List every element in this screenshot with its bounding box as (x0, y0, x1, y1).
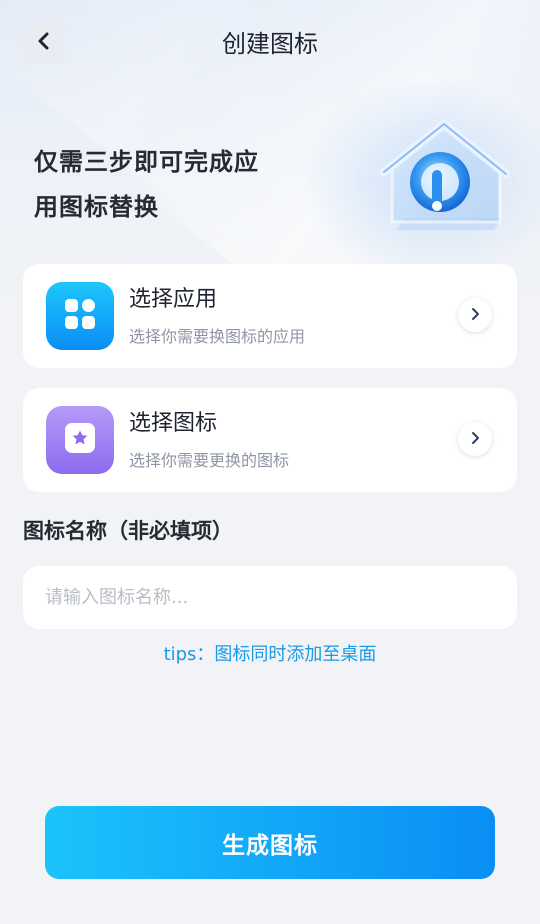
select-app-arrow-button[interactable] (458, 298, 492, 332)
select-app-title: 选择应用 (129, 287, 218, 312)
hero-headline-line2: 用图标替换 (34, 193, 159, 221)
chevron-right-icon (469, 306, 481, 325)
generate-icon-button[interactable]: 生成图标 (45, 806, 495, 879)
apps-grid-icon (64, 298, 96, 334)
chevron-right-icon (469, 430, 481, 449)
house-icon-illustration (376, 118, 516, 248)
page-title: 创建图标 (222, 30, 318, 58)
star-badge-icon (64, 422, 96, 458)
select-icon-subtitle: 选择你需要更换的图标 (129, 451, 290, 470)
icon-name-label: 图标名称（非必填项） (23, 519, 233, 543)
select-app-subtitle: 选择你需要换图标的应用 (129, 327, 306, 346)
icon-tile (46, 406, 114, 474)
tips-text: tips：图标同时添加至桌面 (163, 644, 377, 665)
select-app-card[interactable]: 选择应用 选择你需要换图标的应用 (23, 264, 517, 368)
select-icon-arrow-button[interactable] (458, 422, 492, 456)
select-icon-title: 选择图标 (129, 411, 218, 436)
icon-name-input[interactable] (23, 566, 517, 629)
hero-headline-line1: 仅需三步即可完成应 (34, 148, 259, 176)
hero-headline: 仅需三步即可完成应 用图标替换 (34, 140, 304, 230)
select-icon-card[interactable]: 选择图标 选择你需要更换的图标 (23, 388, 517, 492)
app-tile (46, 282, 114, 350)
